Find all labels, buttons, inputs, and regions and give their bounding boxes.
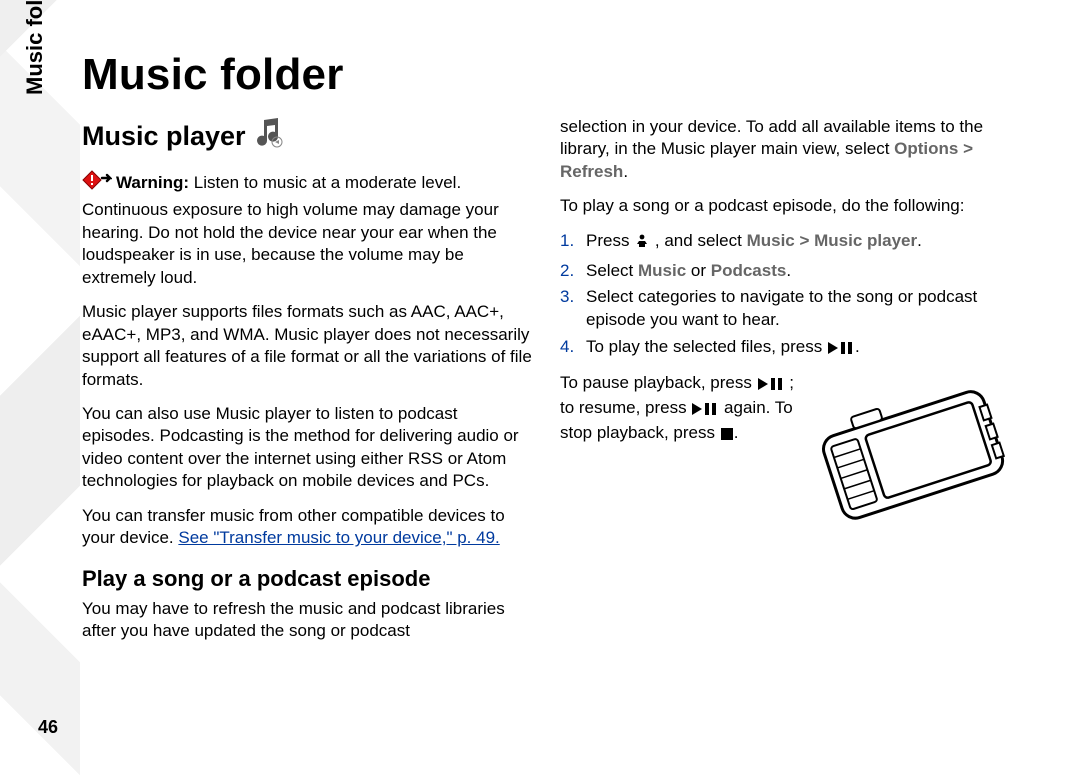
body-paragraph: You may have to refresh the music and po… [82, 598, 534, 643]
step-item: To play the selected files, press . [560, 336, 1012, 362]
step-text: . [917, 231, 922, 250]
body-paragraph: selection in your device. To add all ava… [560, 116, 1012, 183]
cross-reference-link[interactable]: See "Transfer music to your device," p. … [178, 528, 499, 547]
menu-path: Music [638, 261, 686, 280]
sidebar-section-label: Music folder [22, 0, 48, 95]
column-left: Music player Wa [82, 116, 534, 654]
play-pause-icon [691, 400, 719, 422]
menu-path: Music > Music player [747, 231, 918, 250]
step-text: Press [586, 231, 634, 250]
body-paragraph: Music player supports files formats such… [82, 301, 534, 391]
step-text: To play the selected files, press [586, 337, 827, 356]
body-paragraph: You can also use Music player to listen … [82, 403, 534, 493]
page-number: 46 [38, 717, 58, 738]
music-note-icon [252, 116, 286, 157]
playback-controls-paragraph-wrap: To pause playback, press ; to resume, pr… [560, 372, 1012, 548]
warning-label: Warning: [116, 173, 189, 192]
section-heading-music-player: Music player [82, 116, 534, 157]
menu-path: Podcasts [711, 261, 787, 280]
body-paragraph: You can transfer music from other compat… [82, 505, 534, 550]
column-right: selection in your device. To add all ava… [560, 116, 1012, 654]
background-decoration [0, 0, 80, 780]
body-text: . [623, 162, 628, 181]
subsection-heading: Play a song or a podcast episode [82, 566, 534, 592]
section-heading-text: Music player [82, 121, 246, 152]
warning-icon [82, 169, 112, 199]
step-text: . [855, 337, 860, 356]
step-item: Select categories to navigate to the son… [560, 286, 1012, 332]
body-paragraph: To play a song or a podcast episode, do … [560, 195, 1012, 217]
page-content: Music folder Music player [82, 36, 1042, 756]
page-title: Music folder [82, 50, 1042, 100]
play-pause-icon [757, 375, 785, 397]
step-item: Press , and select Music > Music player. [560, 230, 1012, 256]
step-text: or [686, 261, 711, 280]
step-text: . [786, 261, 791, 280]
step-text: , and select [650, 231, 746, 250]
menu-key-icon [634, 233, 650, 256]
numbered-steps: Press , and select Music > Music player.… [560, 230, 1012, 362]
stop-icon [720, 425, 734, 447]
warning-paragraph: Warning: Listen to music at a moderate l… [82, 169, 534, 289]
step-item: Select Music or Podcasts. [560, 260, 1012, 283]
body-text: To pause playback, press [560, 373, 757, 392]
body-text: . [734, 423, 739, 442]
play-pause-icon [827, 339, 855, 362]
two-column-layout: Music player Wa [82, 116, 1042, 654]
step-text: Select [586, 261, 638, 280]
device-illustration [802, 374, 1012, 544]
